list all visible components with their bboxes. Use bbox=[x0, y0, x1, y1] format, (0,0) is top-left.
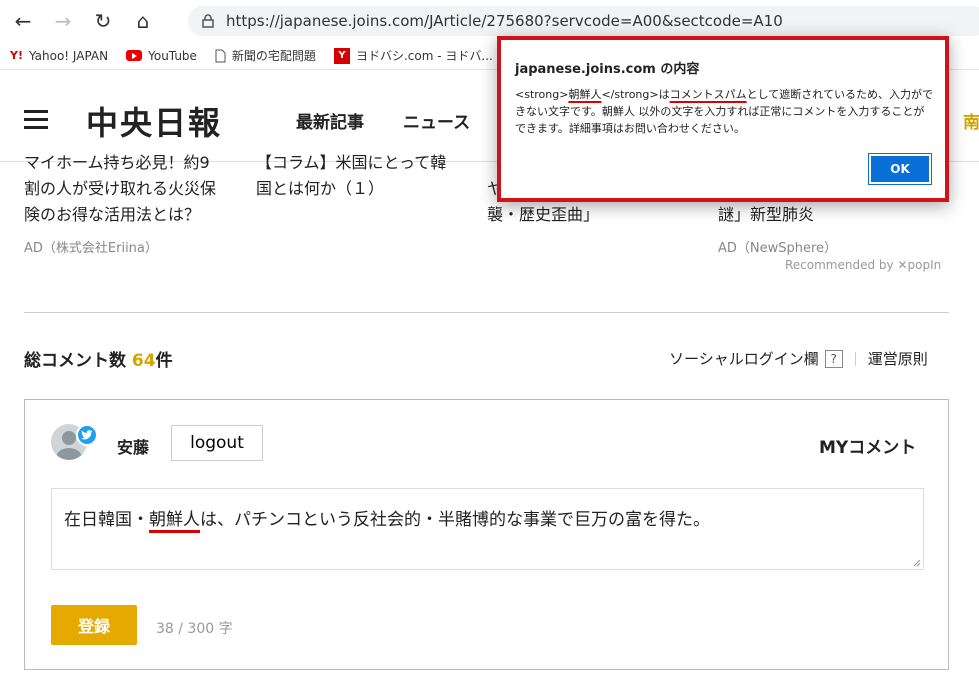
social-login-label: ソーシャルログイン欄 bbox=[669, 350, 819, 368]
comment-input[interactable]: 在日韓国・朝鮮人は、パチンコという反社会的・半賭博的な事業で巨万の富を得た。 bbox=[51, 488, 924, 570]
comment-count-number: 64 bbox=[131, 351, 156, 371]
comment-text-blocked-word: 朝鮮人 bbox=[149, 510, 200, 530]
bookmark-label: 新聞の宅配問題 bbox=[231, 49, 316, 63]
section-divider bbox=[24, 312, 949, 313]
url-text: https://japanese.joins.com/JArticle/2756… bbox=[226, 12, 783, 30]
submit-button[interactable]: 登録 bbox=[51, 605, 137, 645]
resize-handle-icon[interactable] bbox=[913, 559, 921, 567]
card-line: 割の人が受け取れる火災保 bbox=[24, 179, 217, 198]
social-login-bar: ソーシャルログイン欄 ? 運営原則 bbox=[669, 348, 928, 369]
dialog-text-part: は bbox=[658, 88, 670, 101]
card-line: 謎」新型肺炎 bbox=[718, 205, 815, 224]
dialog-text-part: <strong> bbox=[515, 88, 569, 101]
card-4-title[interactable]: 謎」新型肺炎 bbox=[718, 202, 814, 228]
dialog-blocked-word: 朝鮮人 bbox=[568, 88, 602, 101]
username: 安藤 bbox=[117, 438, 150, 457]
yahoo-icon: Y! bbox=[10, 49, 23, 62]
comment-text-part: は、パチンコという反社会的・半賭博的な事業で巨万の富を得た。 bbox=[200, 510, 710, 530]
back-icon[interactable]: ← bbox=[6, 4, 40, 38]
card-line: 【コラム】米国にとって韓 bbox=[256, 153, 447, 172]
twitter-icon bbox=[76, 424, 98, 446]
nav-cut-item[interactable]: 南 bbox=[963, 108, 979, 133]
yodobashi-icon: Y bbox=[333, 47, 350, 64]
help-icon[interactable]: ? bbox=[824, 349, 843, 368]
reload-icon[interactable]: ↻ bbox=[86, 4, 120, 38]
dialog-text-part: </strong> bbox=[601, 88, 659, 101]
bookmark-label: Yahoo! JAPAN bbox=[28, 48, 109, 63]
comment-count-label: 総コメント数 bbox=[24, 351, 126, 371]
dialog-spam-word: コメントスパム bbox=[669, 88, 747, 101]
bookmark-yodobashi[interactable]: Y ヨドバシ.com - ヨドバ... bbox=[333, 47, 493, 64]
logout-button[interactable]: logout bbox=[171, 425, 263, 461]
char-count: 38 / 300 字 bbox=[156, 621, 233, 637]
comment-text-part: 在日韓国・ bbox=[64, 510, 149, 530]
policy-link[interactable]: 運営原則 bbox=[868, 348, 928, 369]
comment-count-suffix: 件 bbox=[155, 351, 173, 371]
dialog-title: japanese.joins.com の内容 bbox=[515, 62, 700, 77]
nav-latest[interactable]: 最新記事 bbox=[296, 108, 364, 133]
card-line: 険のお得な活用法とは？ bbox=[24, 205, 201, 224]
page-icon bbox=[215, 49, 226, 63]
comment-form: 安藤 logout MYコメント 在日韓国・朝鮮人は、パチンコという反社会的・半… bbox=[24, 399, 949, 670]
bookmark-youtube[interactable]: YouTube bbox=[126, 49, 197, 63]
bookmark-label: ヨドバシ.com - ヨドバ... bbox=[355, 49, 493, 63]
menu-icon[interactable] bbox=[24, 110, 48, 130]
nav-news[interactable]: ニュース bbox=[403, 108, 470, 133]
card-2-title[interactable]: 【コラム】米国にとって韓 国とは何か（１） bbox=[256, 150, 446, 202]
card-line: 襲・歴史歪曲」 bbox=[487, 205, 600, 224]
recommended-by-popin[interactable]: Recommended by ✕popIn bbox=[785, 258, 941, 272]
my-comment-link[interactable]: MYコメント bbox=[819, 433, 916, 458]
card-4-ad: AD（NewSphere） bbox=[718, 241, 838, 256]
address-bar[interactable]: https://japanese.joins.com/JArticle/2756… bbox=[188, 6, 979, 36]
card-line: マイホーム持ち必見！約9 bbox=[24, 153, 210, 172]
bookmark-yahoo[interactable]: Y! Yahoo! JAPAN bbox=[10, 49, 108, 63]
dialog-message: <strong>朝鮮人</strong>はコメントスパムとして遮断されているため… bbox=[515, 86, 935, 137]
alert-dialog: japanese.joins.com の内容 <strong>朝鮮人</stro… bbox=[497, 36, 949, 202]
home-icon[interactable]: ⌂ bbox=[126, 4, 160, 38]
card-line: 国とは何か（１） bbox=[256, 179, 385, 198]
separator bbox=[854, 351, 856, 366]
ok-button[interactable]: OK bbox=[868, 153, 932, 185]
lock-icon[interactable] bbox=[202, 14, 214, 28]
bookmark-label: YouTube bbox=[148, 48, 197, 63]
site-logo[interactable]: 中央日報 bbox=[86, 98, 222, 144]
card-1-ad: AD（株式会社Eriina） bbox=[24, 241, 158, 256]
card-1-title[interactable]: マイホーム持ち必見！約9 割の人が受け取れる火災保 険のお得な活用法とは？ bbox=[24, 150, 216, 228]
comment-count-heading: 総コメント数 64件 bbox=[24, 346, 173, 371]
youtube-icon bbox=[126, 50, 143, 61]
bookmark-news[interactable]: 新聞の宅配問題 bbox=[215, 47, 316, 64]
forward-icon[interactable]: → bbox=[46, 4, 80, 38]
